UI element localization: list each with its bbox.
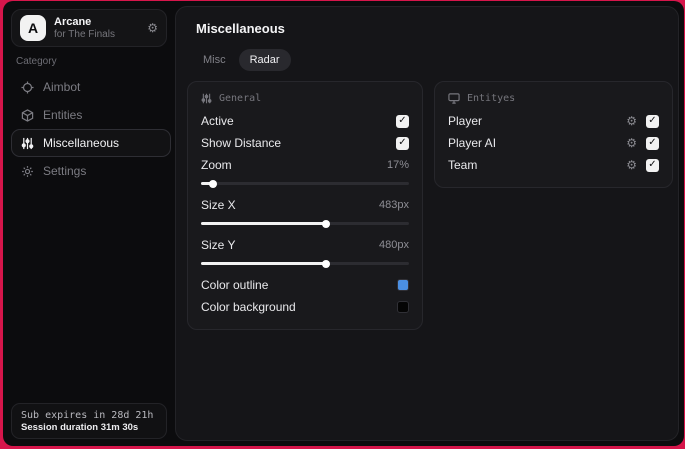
player-ai-checkbox[interactable]: ✓ <box>646 136 659 150</box>
player-checkbox[interactable]: ✓ <box>646 114 659 128</box>
size-y-slider-thumb[interactable] <box>321 259 330 268</box>
entity-label: Player AI <box>448 136 497 150</box>
sidebar-item-label: Miscellaneous <box>43 136 120 150</box>
setting-label: Color background <box>201 300 296 314</box>
sidebar-nav: Aimbot Entities Miscellaneous Settings <box>11 73 171 185</box>
setting-label: Zoom <box>201 158 232 172</box>
setting-label: Size X <box>201 198 236 212</box>
player-ai-gear-icon[interactable]: ⚙ <box>626 137 637 149</box>
sidebar-item-aimbot[interactable]: Aimbot <box>11 73 171 101</box>
setting-row-color-outline: Color outline <box>201 274 409 296</box>
zoom-value: 17% <box>386 159 409 171</box>
show-distance-checkbox[interactable]: ✓ <box>396 136 409 150</box>
subscription-card: Sub expires in 28d 21h Session duration … <box>11 403 167 439</box>
sliders-icon <box>201 93 212 104</box>
crosshair-icon <box>20 80 34 94</box>
entities-card-header: Entityes <box>448 93 659 104</box>
size-x-slider[interactable] <box>201 219 409 228</box>
general-card-title: General <box>219 93 262 104</box>
size-y-value: 480px <box>379 239 409 251</box>
check-icon: ✓ <box>398 115 407 126</box>
setting-row-active: Active ✓ <box>201 110 409 132</box>
setting-row-zoom: Zoom 17% <box>201 154 409 176</box>
gear-icon <box>20 164 34 178</box>
entity-label: Team <box>448 158 478 172</box>
app-logo-letter: A <box>27 20 39 36</box>
size-y-slider[interactable] <box>201 259 409 268</box>
setting-label: Color outline <box>201 278 269 292</box>
size-x-slider-thumb[interactable] <box>321 219 330 228</box>
entity-label: Player <box>448 114 483 128</box>
app-header-card: A Arcane for The Finals ⚙ <box>11 9 167 47</box>
monitor-icon <box>448 93 460 104</box>
setting-row-size-y: Size Y 480px <box>201 234 409 256</box>
settings-gear-icon[interactable]: ⚙ <box>147 22 158 34</box>
setting-label: Show Distance <box>201 136 282 150</box>
setting-label: Active <box>201 114 234 128</box>
team-checkbox[interactable]: ✓ <box>646 158 659 172</box>
entities-card-title: Entityes <box>467 93 516 104</box>
cube-icon <box>20 108 34 122</box>
check-icon: ✓ <box>648 137 657 148</box>
general-card: General Active ✓ Show Distance ✓ Zoom 17… <box>187 81 423 330</box>
tab-bar: Misc Radar <box>192 49 291 71</box>
entity-row-player-ai: Player AI ⚙ ✓ <box>448 132 659 154</box>
zoom-slider[interactable] <box>201 179 409 188</box>
check-icon: ✓ <box>648 115 657 126</box>
app-meta: Arcane for The Finals <box>54 16 139 41</box>
check-icon: ✓ <box>648 159 657 170</box>
tab-misc[interactable]: Misc <box>192 49 237 71</box>
active-checkbox[interactable]: ✓ <box>396 114 409 128</box>
zoom-slider-thumb[interactable] <box>209 179 218 188</box>
app-title: Arcane <box>54 15 92 28</box>
sidebar-item-miscellaneous[interactable]: Miscellaneous <box>11 129 171 157</box>
sliders-icon <box>20 136 34 150</box>
setting-row-size-x: Size X 483px <box>201 194 409 216</box>
sidebar-item-label: Entities <box>43 108 83 122</box>
setting-label: Size Y <box>201 238 236 252</box>
general-card-header: General <box>201 93 409 104</box>
setting-row-color-background: Color background <box>201 296 409 318</box>
sidebar-item-label: Aimbot <box>43 80 81 94</box>
app-subtitle: for The Finals <box>54 28 115 40</box>
sidebar-item-settings[interactable]: Settings <box>11 157 171 185</box>
team-gear-icon[interactable]: ⚙ <box>626 159 637 171</box>
entity-row-player: Player ⚙ ✓ <box>448 110 659 132</box>
sidebar-item-entities[interactable]: Entities <box>11 101 171 129</box>
entity-row-team: Team ⚙ ✓ <box>448 154 659 176</box>
app-logo: A <box>20 15 46 41</box>
color-background-swatch[interactable] <box>397 301 409 313</box>
tab-radar[interactable]: Radar <box>238 49 291 71</box>
check-icon: ✓ <box>398 137 407 148</box>
size-x-value: 483px <box>379 199 409 211</box>
main-panel: Miscellaneous Misc Radar General Active … <box>175 6 679 441</box>
sub-expires-text: Sub expires in 28d 21h <box>21 409 154 421</box>
app-window: A Arcane for The Finals ⚙ Category Aimbo… <box>3 1 684 446</box>
entities-card: Entityes Player ⚙ ✓ Player AI ⚙ ✓ Team ⚙… <box>434 81 673 188</box>
setting-row-show-distance: Show Distance ✓ <box>201 132 409 154</box>
category-label: Category <box>16 56 57 67</box>
page-title: Miscellaneous <box>196 21 285 36</box>
player-gear-icon[interactable]: ⚙ <box>626 115 637 127</box>
color-outline-swatch[interactable] <box>397 279 409 291</box>
sidebar-item-label: Settings <box>43 164 87 178</box>
session-duration-text: Session duration 31m 30s <box>21 421 139 433</box>
sidebar: A Arcane for The Finals ⚙ Category Aimbo… <box>3 1 175 446</box>
